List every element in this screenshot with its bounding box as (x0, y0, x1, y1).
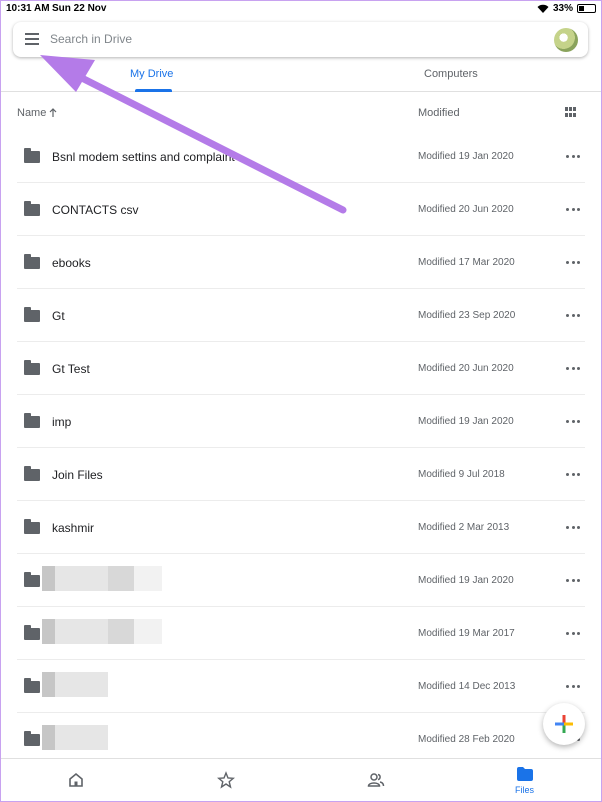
status-time: 10:31 AM (6, 3, 50, 14)
more-options-icon[interactable] (566, 314, 580, 318)
more-options-icon[interactable] (566, 420, 580, 424)
folder-icon (24, 360, 40, 375)
active-tab-indicator (135, 89, 172, 92)
folder-icon (24, 148, 40, 163)
list-item[interactable]: imp Modified 19 Jan 2020 (0, 395, 602, 448)
folder-icon (24, 572, 40, 587)
file-list: Bsnl modem settins and complaint Modifie… (0, 130, 602, 766)
modified-date: Modified 20 Jun 2020 (418, 363, 514, 374)
list-header: Name Modified (0, 96, 602, 130)
new-button[interactable] (543, 703, 585, 745)
more-options-icon[interactable] (566, 685, 580, 689)
status-indicators: 33% (537, 3, 596, 14)
name-column-label: Name (17, 107, 47, 119)
file-name: Gt (52, 309, 65, 323)
folder-icon (24, 519, 40, 534)
list-item[interactable]: Bsnl modem settins and complaint Modifie… (0, 130, 602, 183)
file-name: ebooks (52, 256, 91, 270)
modified-date: Modified 20 Jun 2020 (418, 204, 514, 215)
file-name: Join Files (52, 468, 103, 482)
modified-date: Modified 28 Feb 2020 (418, 734, 515, 745)
more-options-icon[interactable] (566, 473, 580, 477)
folder-icon (24, 678, 40, 693)
nav-label-files[interactable]: Files (515, 785, 534, 795)
list-item[interactable]: Join Files Modified 9 Jul 2018 (0, 448, 602, 501)
grid-view-icon[interactable] (565, 107, 577, 117)
modified-column-label: Modified (418, 107, 460, 119)
file-name: kashmir (52, 521, 95, 535)
plus-icon (555, 715, 573, 733)
folder-icon (24, 307, 40, 322)
more-options-icon[interactable] (566, 155, 580, 159)
file-name: imp (52, 415, 72, 429)
battery-percent: 33% (552, 3, 573, 14)
file-name: CONTACTS csv (52, 203, 139, 217)
avatar[interactable] (554, 28, 578, 52)
more-options-icon[interactable] (566, 367, 580, 371)
redacted-file-name (42, 725, 108, 750)
modified-date: Modified 14 Dec 2013 (418, 681, 516, 692)
folder-icon (24, 466, 40, 481)
hamburger-menu-icon[interactable] (25, 33, 39, 45)
more-options-icon[interactable] (566, 261, 580, 265)
file-name: Bsnl modem settins and complaint (52, 150, 235, 164)
modified-date: Modified 19 Jan 2020 (418, 575, 514, 586)
modified-date: Modified 2 Mar 2013 (418, 522, 510, 533)
tab-my-drive[interactable]: My Drive (130, 68, 173, 80)
modified-date: Modified 9 Jul 2018 (418, 469, 505, 480)
list-item[interactable]: Gt Test Modified 20 Jun 2020 (0, 342, 602, 395)
star-icon[interactable] (217, 771, 235, 789)
folder-icon (24, 201, 40, 216)
redacted-file-name (42, 672, 108, 697)
home-icon[interactable] (67, 771, 85, 789)
folder-icon[interactable] (517, 767, 533, 781)
bottom-navigation: Files (0, 758, 602, 802)
drive-tabs: My Drive Computers (0, 62, 602, 92)
modified-date: Modified 17 Mar 2020 (418, 257, 515, 268)
wifi-icon (537, 4, 549, 13)
battery-icon (577, 4, 596, 13)
redacted-file-name (42, 566, 162, 591)
status-bar: 10:31 AM Sun 22 Nov 33% (0, 0, 602, 18)
list-item[interactable]: ebooks Modified 17 Mar 2020 (0, 236, 602, 289)
tab-computers[interactable]: Computers (424, 68, 478, 80)
more-options-icon[interactable] (566, 632, 580, 636)
list-item[interactable]: Modified 19 Mar 2017 (0, 607, 602, 660)
search-input[interactable]: Search in Drive (50, 32, 132, 46)
file-name: Gt Test (52, 362, 90, 376)
redacted-file-name (42, 619, 162, 644)
modified-date: Modified 19 Jan 2020 (418, 151, 514, 162)
status-date: Sun 22 Nov (52, 3, 107, 14)
search-bar[interactable]: Search in Drive (13, 22, 588, 57)
more-options-icon[interactable] (566, 579, 580, 583)
list-item[interactable]: Modified 14 Dec 2013 (0, 660, 602, 713)
modified-date: Modified 19 Mar 2017 (418, 628, 515, 639)
folder-icon (24, 731, 40, 746)
modified-date: Modified 23 Sep 2020 (418, 310, 516, 321)
list-item[interactable]: CONTACTS csv Modified 20 Jun 2020 (0, 183, 602, 236)
more-options-icon[interactable] (566, 526, 580, 530)
folder-icon (24, 413, 40, 428)
folder-icon (24, 625, 40, 640)
list-item[interactable]: Modified 19 Jan 2020 (0, 554, 602, 607)
folder-icon (24, 254, 40, 269)
list-item[interactable]: Gt Modified 23 Sep 2020 (0, 289, 602, 342)
modified-date: Modified 19 Jan 2020 (418, 416, 514, 427)
list-item[interactable]: kashmir Modified 2 Mar 2013 (0, 501, 602, 554)
sort-by-name-button[interactable]: Name (17, 107, 57, 119)
shared-people-icon[interactable] (367, 771, 385, 789)
arrow-up-icon (49, 108, 57, 117)
more-options-icon[interactable] (566, 208, 580, 212)
